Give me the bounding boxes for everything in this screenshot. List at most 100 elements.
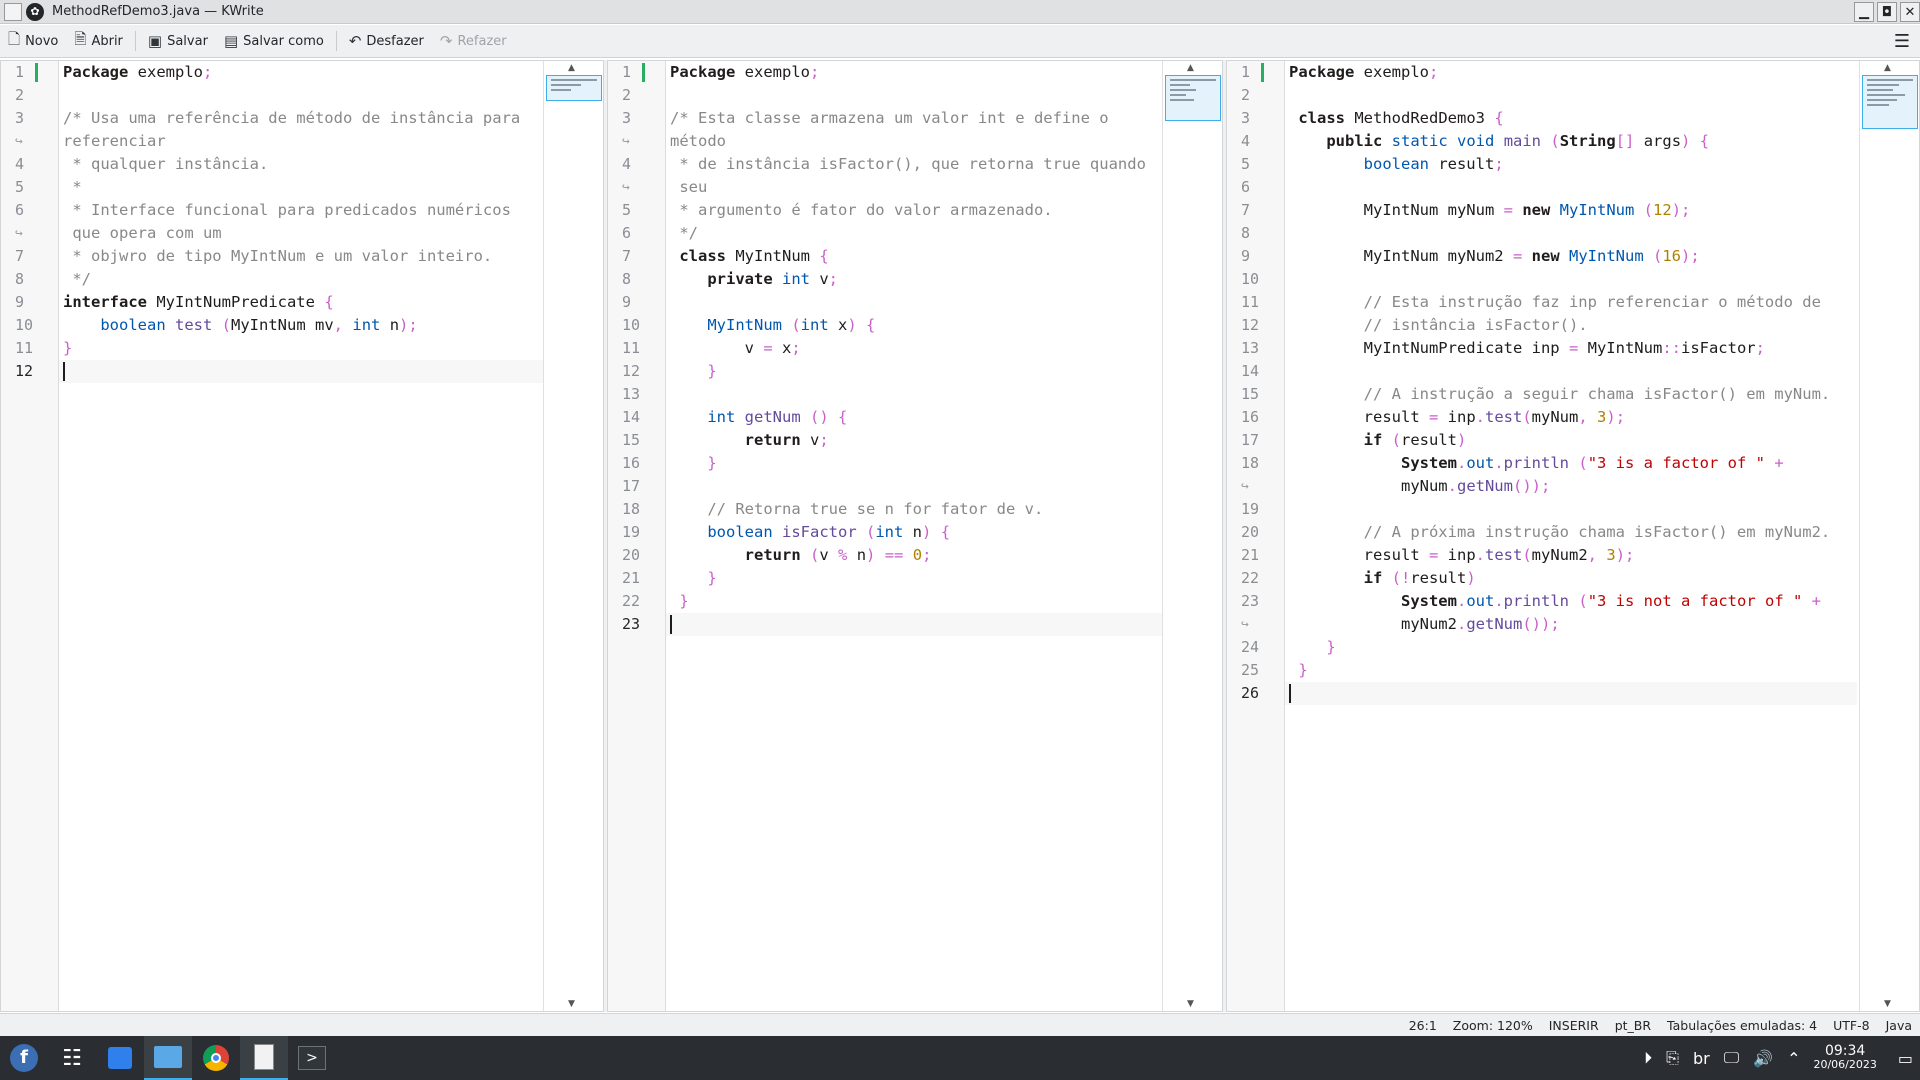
current-line[interactable]: 26 (1241, 682, 1857, 705)
code-line[interactable]: 8 (1241, 222, 1857, 245)
code-line[interactable]: 19 (1241, 498, 1857, 521)
code-line[interactable]: 7 class MyIntNum { (622, 245, 1162, 268)
app-menu-icon[interactable] (4, 2, 22, 21)
code-line[interactable]: 12 } (622, 360, 1162, 383)
scroll-down-icon[interactable]: ▼ (1884, 999, 1891, 1009)
code-line[interactable]: 6 */ (622, 222, 1162, 245)
code-line[interactable]: 20 // A próxima instrução chama isFactor… (1241, 521, 1857, 544)
code-line[interactable]: 22 } (622, 590, 1162, 613)
code-line[interactable]: 12 // isntância isFactor(). (1241, 314, 1857, 337)
code-line[interactable]: 11} (15, 337, 543, 360)
hamburger-menu-icon[interactable]: ☰ (1894, 31, 1910, 52)
undo-button[interactable]: ↶ Desfazer (341, 27, 432, 55)
save-button[interactable]: ▣ Salvar (140, 27, 216, 55)
code-line[interactable]: 17 if (result) (1241, 429, 1857, 452)
code-view[interactable]: 1 Package exemplo; 2 3/* Esta classe armaze… (622, 61, 1162, 636)
spellcheck-language[interactable]: pt_BR (1607, 1018, 1659, 1033)
code-line[interactable]: 5 * argumento é fator do valor armazenad… (622, 199, 1162, 222)
code-line[interactable]: 1 Package exemplo; (15, 61, 543, 84)
chrome-browser-icon[interactable] (192, 1036, 240, 1080)
code-line[interactable]: 9 (622, 291, 1162, 314)
redo-button[interactable]: ↷ Refazer (432, 27, 515, 55)
save-as-button[interactable]: ▤ Salvar como (216, 27, 332, 55)
code-line[interactable]: 17 (622, 475, 1162, 498)
code-line[interactable]: 11 v = x; (622, 337, 1162, 360)
code-line[interactable]: 24 } (1241, 636, 1857, 659)
code-line[interactable]: ↪ myNum2.getNum()); (1241, 613, 1857, 636)
code-line[interactable]: 8 private int v; (622, 268, 1162, 291)
code-line[interactable]: 15 return v; (622, 429, 1162, 452)
code-line[interactable]: 19 boolean isFactor (int n) { (622, 521, 1162, 544)
code-line[interactable]: 18 // Retorna true se n for fator de v. (622, 498, 1162, 521)
code-line[interactable]: ↪ referenciar (15, 130, 543, 153)
software-center-icon[interactable] (96, 1036, 144, 1080)
code-line[interactable]: 13 (622, 383, 1162, 406)
volume-icon[interactable]: 🔊 (1753, 1049, 1773, 1068)
code-line[interactable]: 13 MyIntNumPredicate inp = MyIntNum::isF… (1241, 337, 1857, 360)
current-line[interactable]: 23 (622, 613, 1162, 636)
code-line[interactable]: 6 * Interface funcional para predicados … (15, 199, 543, 222)
input-mode[interactable]: INSERIR (1541, 1018, 1607, 1033)
minimap-thumb[interactable] (546, 75, 602, 101)
minimap-thumb[interactable] (1165, 75, 1221, 121)
syntax-mode[interactable]: Java (1878, 1018, 1920, 1033)
cursor-position[interactable]: 26:1 (1401, 1018, 1445, 1033)
code-line[interactable]: ↪ método (622, 130, 1162, 153)
code-line[interactable]: 16 } (622, 452, 1162, 475)
show-desktop-icon[interactable]: ▭ (1898, 1049, 1913, 1068)
code-line[interactable]: ↪ que opera com um (15, 222, 543, 245)
code-line[interactable]: 4 * de instância isFactor(), que retorna… (622, 153, 1162, 176)
clipboard-icon[interactable]: ⎘ (1666, 1048, 1679, 1068)
current-line[interactable]: 12 (15, 360, 543, 383)
code-line[interactable]: 18 System.out.println ("3 is a factor of… (1241, 452, 1857, 475)
code-line[interactable]: 5 boolean result; (1241, 153, 1857, 176)
terminal-icon[interactable]: > (288, 1036, 336, 1080)
code-line[interactable]: 11 // Esta instrução faz inp referenciar… (1241, 291, 1857, 314)
code-line[interactable]: 4 * qualquer instância. (15, 153, 543, 176)
file-manager-icon[interactable] (144, 1036, 192, 1080)
minimize-icon[interactable]: ▁ (1854, 2, 1874, 22)
code-line[interactable]: 21 } (622, 567, 1162, 590)
minimap-thumb[interactable] (1862, 75, 1918, 129)
close-icon[interactable]: ✕ (1900, 2, 1920, 22)
code-line[interactable]: 3 /* Usa uma referência de método de inst… (15, 107, 543, 130)
code-line[interactable]: 3 class MethodRedDemo3 { (1241, 107, 1857, 130)
code-line[interactable]: 14 (1241, 360, 1857, 383)
editor-pane-1[interactable]: 1 Package exemplo; 2 3 /* Usa uma referência… (0, 60, 604, 1012)
code-line[interactable]: 9 interface MyIntNumPredicate { (15, 291, 543, 314)
code-line[interactable]: 20 return (v % n) == 0; (622, 544, 1162, 567)
code-line[interactable]: ↪ myNum.getNum()); (1241, 475, 1857, 498)
kwrite-task-icon[interactable] (240, 1036, 288, 1080)
code-line[interactable]: 22 if (!result) (1241, 567, 1857, 590)
scroll-down-icon[interactable]: ▼ (1187, 999, 1194, 1009)
scroll-down-icon[interactable]: ▼ (568, 999, 575, 1009)
new-button[interactable]: 🗋 Novo (0, 27, 66, 55)
code-line[interactable]: 4 public static void main (String[] args… (1241, 130, 1857, 153)
scrollbar-minimap[interactable]: ▲ ▼ (543, 61, 603, 1011)
code-line[interactable]: 15 // A instrução a seguir chama isFacto… (1241, 383, 1857, 406)
code-line[interactable]: 25 } (1241, 659, 1857, 682)
scroll-up-icon[interactable]: ▲ (568, 63, 575, 73)
encoding[interactable]: UTF-8 (1825, 1018, 1877, 1033)
clock[interactable]: 09:34 20/06/2023 (1813, 1044, 1876, 1072)
code-line[interactable]: 2 (1241, 84, 1857, 107)
code-view[interactable]: 1 Package exemplo; 2 3 class MethodRedDemo3… (1241, 61, 1857, 705)
tray-expand-icon[interactable]: ⌃ (1787, 1049, 1800, 1068)
scrollbar-minimap[interactable]: ▲ ▼ (1162, 61, 1222, 1011)
code-line[interactable]: 1 Package exemplo; (1241, 61, 1857, 84)
code-line[interactable]: 10 (1241, 268, 1857, 291)
code-line[interactable]: 6 (1241, 176, 1857, 199)
scroll-up-icon[interactable]: ▲ (1187, 63, 1194, 73)
code-line[interactable]: 2 (15, 84, 543, 107)
code-line[interactable]: 9 MyIntNum myNum2 = new MyIntNum (16); (1241, 245, 1857, 268)
code-line[interactable]: 23 System.out.println ("3 is not a facto… (1241, 590, 1857, 613)
code-line[interactable]: 5 * (15, 176, 543, 199)
editor-pane-2[interactable]: 1 Package exemplo; 2 3/* Esta classe armaze… (607, 60, 1223, 1012)
kwrite-app-icon[interactable]: ✿ (26, 2, 44, 21)
scroll-up-icon[interactable]: ▲ (1884, 63, 1891, 73)
code-line[interactable]: 10 MyIntNum (int x) { (622, 314, 1162, 337)
code-line[interactable]: 14 int getNum () { (622, 406, 1162, 429)
code-line[interactable]: 2 (622, 84, 1162, 107)
code-line[interactable]: 10 boolean test (MyIntNum mv, int n); (15, 314, 543, 337)
open-button[interactable]: 🗎 Abrir (66, 27, 131, 55)
